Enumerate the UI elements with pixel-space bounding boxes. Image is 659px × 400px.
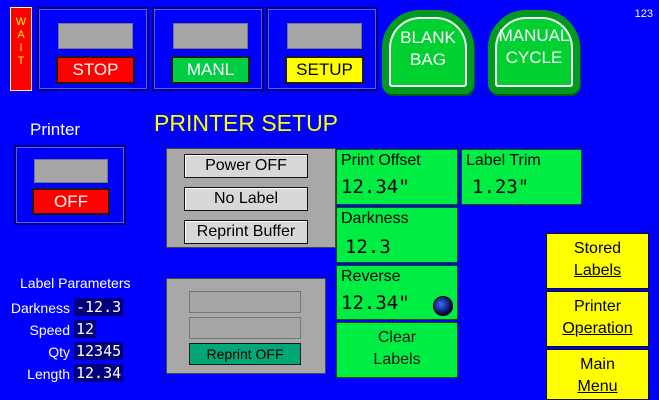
corner-number: 123 [634, 8, 653, 20]
label-parameters-list: Darkness -12.3 Speed 12 Qty 12345 Length… [4, 297, 164, 385]
clear-labels-line2: Labels [373, 351, 421, 368]
label-trim-field[interactable]: Label Trim 1.23" [461, 149, 582, 205]
label-trim-number: 1.23 [472, 176, 518, 198]
label-trim-label: Label Trim [466, 152, 541, 169]
main-menu-line2: Menu [577, 378, 618, 395]
blank-bag-line1: BLANK [400, 28, 456, 47]
reverse-value: 12.34" [341, 292, 410, 314]
reprint-status: Reprint OFF [189, 343, 301, 365]
stored-labels-line2: Labels [573, 262, 622, 279]
setup-button[interactable]: SETUP [266, 7, 378, 91]
reverse-label: Reverse [341, 268, 401, 285]
reprint-panel[interactable]: Reprint OFF [166, 278, 326, 374]
manual-cycle-button[interactable]: MANUAL CYCLE [488, 10, 580, 94]
lp-speed-label: Speed [29, 322, 70, 338]
stop-button[interactable]: STOP [37, 7, 149, 91]
blank-bag-button[interactable]: BLANK BAG [382, 10, 474, 94]
wait-letter: T [17, 55, 25, 67]
print-offset-value: 12.34" [341, 176, 410, 198]
printer-toggle[interactable]: OFF [14, 145, 126, 225]
manual-mode-button[interactable]: MANL [152, 7, 264, 91]
manual-cycle-line1: MANUAL [498, 26, 570, 45]
reverse-field[interactable]: Reverse 12.34" [336, 265, 458, 320]
label-trim-unit: " [517, 176, 530, 198]
clear-labels-line1: Clear [377, 329, 417, 346]
lp-darkness-value: -12.3 [74, 298, 124, 316]
main-menu-line1: Main [580, 356, 615, 373]
printer-label: Printer [30, 120, 81, 139]
wait-letter: I [19, 42, 23, 54]
reprint-buffer-button[interactable]: Reprint Buffer [184, 220, 308, 244]
printer-operation-line1: Printer [573, 298, 622, 315]
printer-indicator-window [34, 159, 108, 183]
darkness-value: 12.3 [345, 236, 391, 258]
label-parameters-title: Label Parameters [20, 275, 131, 291]
setup-label: SETUP [285, 56, 364, 84]
manl-label: MANL [171, 56, 250, 84]
stored-labels-button[interactable]: Stored Labels [546, 233, 649, 289]
label-trim-value: 1.23" [472, 176, 529, 198]
darkness-field[interactable]: Darkness 12.3 [336, 207, 458, 263]
wait-letter: A [17, 29, 25, 41]
clear-labels-button[interactable]: Clear Labels [336, 322, 458, 378]
print-offset-label: Print Offset [341, 152, 421, 169]
lp-darkness-label: Darkness [10, 300, 70, 316]
setup-indicator-window [287, 23, 362, 49]
blank-bag-line2: BAG [410, 50, 446, 69]
manl-indicator-window [173, 23, 248, 49]
no-label-button[interactable]: No Label [184, 187, 308, 211]
stop-label: STOP [56, 56, 135, 84]
darkness-label: Darkness [341, 210, 409, 227]
reverse-number: 12.34 [341, 292, 399, 314]
lp-length-label: Length [27, 366, 70, 382]
stop-indicator-window [58, 23, 133, 49]
lp-qty-label: Qty [48, 344, 70, 360]
main-menu-button[interactable]: Main Menu [546, 349, 649, 400]
lp-length-value: 12.34 [74, 364, 124, 382]
reverse-knob-icon[interactable] [433, 296, 453, 316]
manual-cycle-line2: CYCLE [505, 48, 563, 67]
lp-speed-value: 12 [74, 320, 97, 338]
reprint-indicator-window-1 [189, 291, 301, 313]
printer-status: OFF [32, 188, 110, 215]
lp-qty-value: 12345 [74, 342, 124, 360]
page-title: PRINTER SETUP [154, 110, 339, 136]
print-offset-unit: " [398, 176, 410, 198]
power-off-button[interactable]: Power OFF [184, 154, 308, 178]
printer-operation-line2: Operation [562, 320, 633, 337]
print-offset-number: 12.34 [341, 176, 399, 198]
printer-operation-button[interactable]: Printer Operation [546, 291, 649, 347]
wait-letter: W [15, 16, 27, 28]
print-offset-field[interactable]: Print Offset 12.34" [336, 149, 458, 205]
printer-controls-panel: Power OFF No Label Reprint Buffer [166, 148, 336, 248]
wait-indicator: W A I T [10, 7, 32, 91]
reverse-unit: " [398, 292, 410, 314]
reprint-indicator-window-2 [189, 317, 301, 339]
stored-labels-line1: Stored [573, 240, 622, 257]
